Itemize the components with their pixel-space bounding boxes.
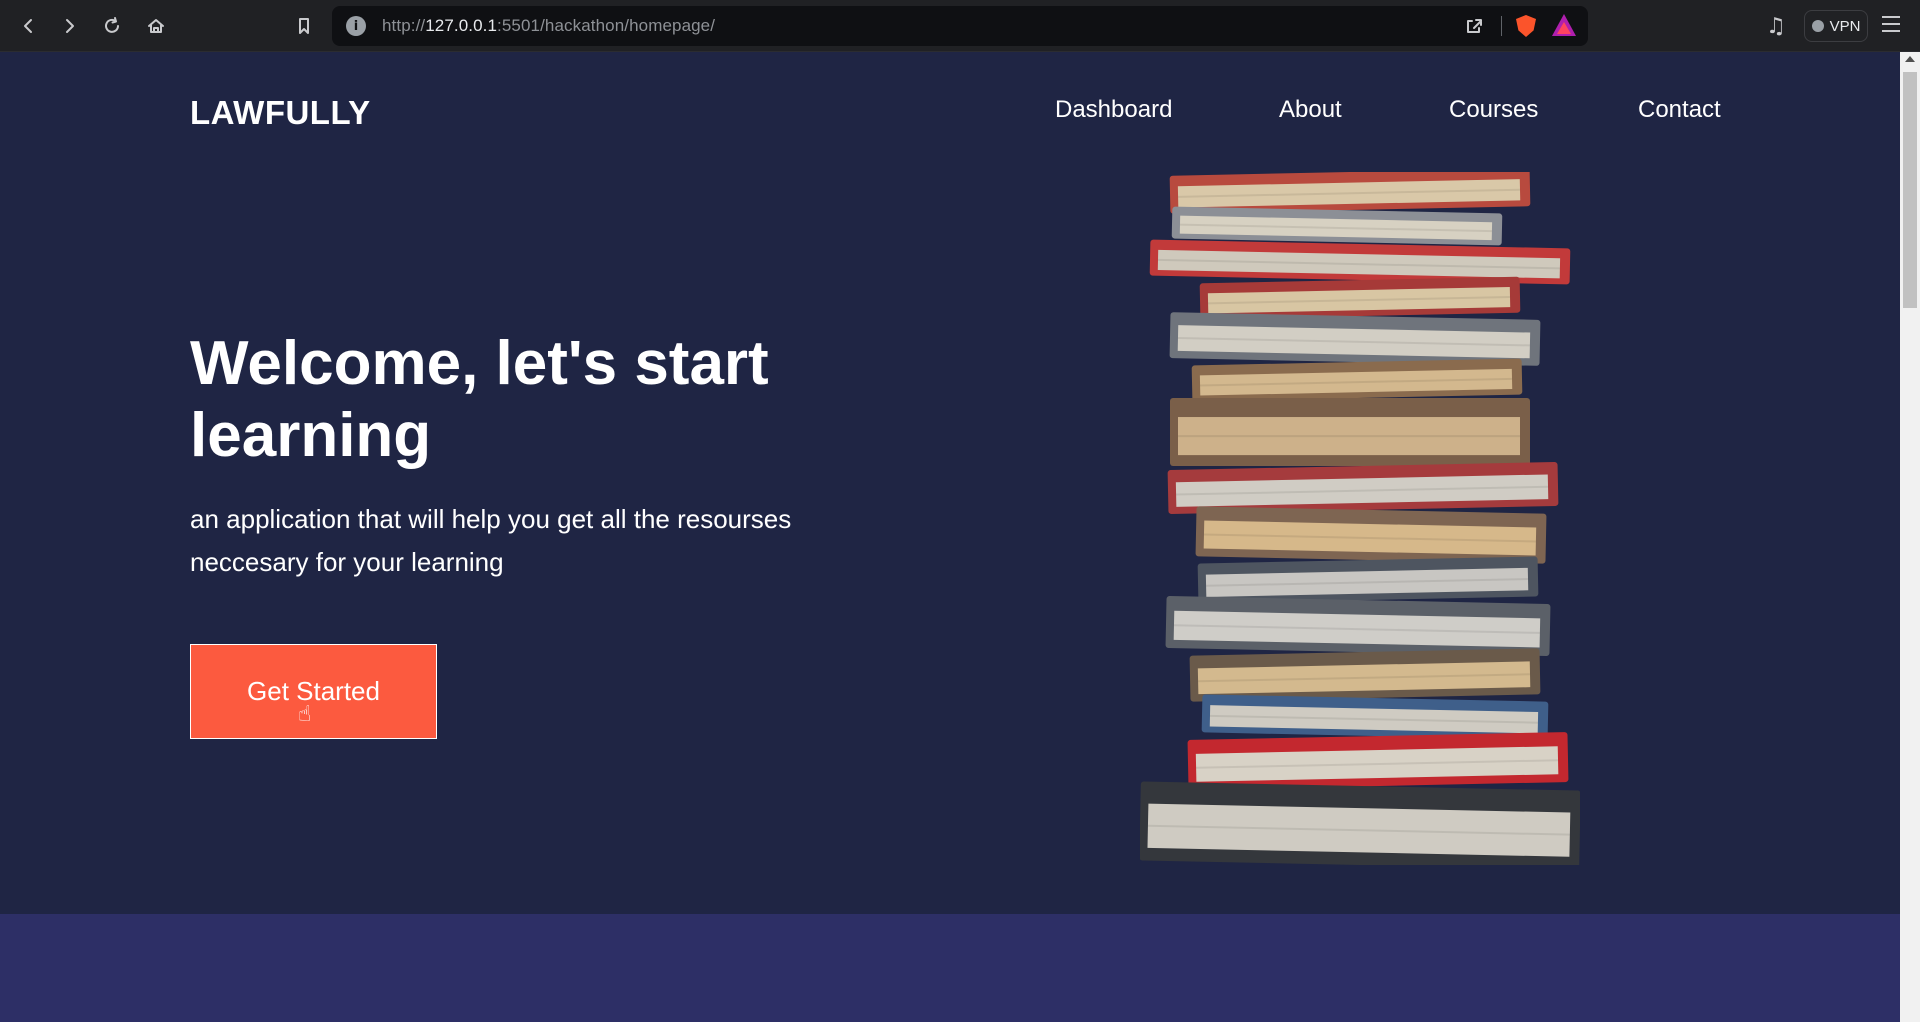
hand-cursor-icon: ☝ [298,702,312,727]
site-info-icon[interactable]: i [346,16,366,36]
nav-contact[interactable]: Contact [1638,96,1721,124]
book [1169,312,1541,366]
nav-courses[interactable]: Courses [1449,96,1538,124]
reload-button[interactable] [98,12,126,40]
webpage: LAWFULLY Dashboard About Courses Contact… [0,52,1900,1022]
nav-about[interactable]: About [1279,96,1342,124]
forward-button[interactable] [56,12,84,40]
book [1140,781,1580,865]
chevron-left-icon [24,19,32,33]
home-button[interactable] [142,12,170,40]
scroll-up-arrow-icon[interactable] [1905,56,1915,62]
book [1199,276,1521,320]
url-text[interactable]: http://127.0.0.1:5501/hackathon/homepage… [382,16,715,36]
book [1191,358,1523,402]
book [1195,506,1547,564]
brave-rewards-icon[interactable] [1552,14,1576,36]
reload-icon [105,17,119,33]
address-bar[interactable]: i http://127.0.0.1:5501/hackathon/homepa… [332,6,1588,46]
bookmark-button[interactable] [290,12,318,40]
book [1167,461,1559,515]
book [1187,732,1569,790]
books-stack-image [1140,172,1580,865]
divider [1501,16,1502,36]
book [1169,172,1531,214]
bookmark-icon [299,18,309,34]
vpn-status-icon [1811,20,1824,32]
next-section [0,914,1900,1022]
media-controls-icon[interactable]: ♫ [1766,14,1786,39]
brand-logo[interactable]: LAWFULLY [190,94,371,132]
url-host: 127.0.0.1 [425,16,498,35]
chevron-right-icon [66,19,74,33]
share-icon [1467,19,1482,33]
brave-shields-icon[interactable] [1516,15,1536,37]
url-scheme: http:// [382,16,426,35]
book [1189,648,1541,702]
book-stack [1140,172,1580,865]
book [1171,206,1503,246]
browser-toolbar: i http://127.0.0.1:5501/hackathon/homepa… [0,0,1920,52]
book [1170,398,1530,466]
url-path: :5501/hackathon/homepage/ [497,16,716,35]
vpn-label: VPN [1829,17,1861,35]
vpn-button[interactable]: VPN [1804,10,1868,42]
book [1165,596,1551,656]
scrollbar[interactable] [1900,52,1920,1022]
get-started-button[interactable]: Get Started [190,644,437,739]
book [1201,694,1549,740]
hamburger-menu-icon[interactable] [1882,16,1900,32]
back-button[interactable] [14,12,42,40]
hero-subtitle: an application that will help you get al… [190,504,792,577]
hero-title: Welcome, let's start learning [190,329,769,470]
scroll-thumb[interactable] [1903,72,1917,308]
home-icon [148,19,164,33]
nav-dashboard[interactable]: Dashboard [1055,96,1172,124]
share-button[interactable] [1464,16,1484,41]
book [1197,556,1539,604]
